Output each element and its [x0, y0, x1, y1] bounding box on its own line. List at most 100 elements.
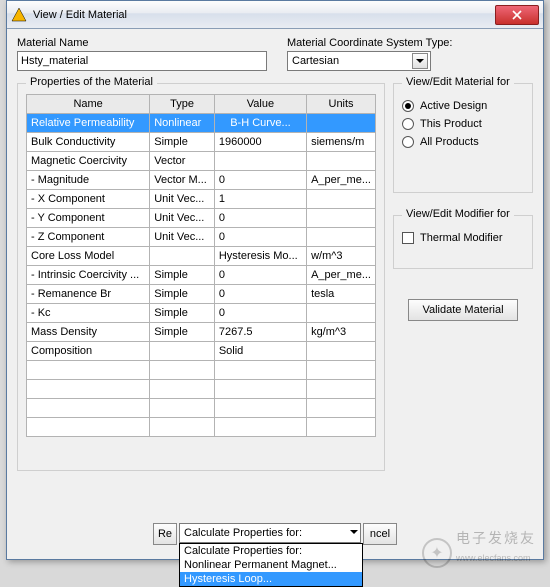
- cell-name[interactable]: Mass Density: [27, 323, 150, 342]
- cell-units[interactable]: siemens/m: [307, 133, 376, 152]
- coord-type-select[interactable]: Cartesian: [287, 51, 431, 71]
- table-row-empty: [27, 361, 376, 380]
- cell-value[interactable]: 0: [214, 304, 306, 323]
- radio-active-design[interactable]: Active Design: [402, 100, 524, 112]
- cell-units[interactable]: kg/m^3: [307, 323, 376, 342]
- table-row[interactable]: Bulk ConductivitySimple1960000siemens/m: [27, 133, 376, 152]
- cell-value[interactable]: B-H Curve...: [214, 114, 306, 133]
- cell-name[interactable]: Relative Permeability: [27, 114, 150, 133]
- table-row-empty: [27, 380, 376, 399]
- cell-units[interactable]: [307, 304, 376, 323]
- calc-option-hysteresis[interactable]: Hysteresis Loop...: [180, 572, 362, 586]
- cell-name[interactable]: - X Component: [27, 190, 150, 209]
- table-row[interactable]: Composition Solid: [27, 342, 376, 361]
- table-row[interactable]: Mass DensitySimple7267.5kg/m^3: [27, 323, 376, 342]
- cell-value[interactable]: 1960000: [214, 133, 306, 152]
- validate-button[interactable]: Validate Material: [408, 299, 518, 321]
- cancel-button-partial[interactable]: ncel: [363, 523, 397, 545]
- properties-table[interactable]: Name Type Value Units Relative Permeabil…: [26, 94, 376, 437]
- table-row[interactable]: Core Loss Model Hysteresis Mo...w/m^3: [27, 247, 376, 266]
- cell-value[interactable]: 0: [214, 266, 306, 285]
- radio-icon: [402, 118, 414, 130]
- col-value[interactable]: Value: [214, 95, 306, 114]
- cell-type[interactable]: Unit Vec...: [150, 228, 215, 247]
- radio-all-products[interactable]: All Products: [402, 136, 524, 148]
- cell-type[interactable]: Simple: [150, 285, 215, 304]
- cell-type[interactable]: Vector: [150, 152, 215, 171]
- material-name-label: Material Name: [17, 37, 267, 49]
- cell-value[interactable]: Hysteresis Mo...: [214, 247, 306, 266]
- chevron-down-icon: [350, 527, 358, 539]
- calc-option-header[interactable]: Calculate Properties for:: [180, 544, 362, 558]
- table-row[interactable]: - Remanence BrSimple0tesla: [27, 285, 376, 304]
- table-row[interactable]: - KcSimple0: [27, 304, 376, 323]
- cell-name[interactable]: Bulk Conductivity: [27, 133, 150, 152]
- cell-value[interactable]: [214, 152, 306, 171]
- radio-this-product[interactable]: This Product: [402, 118, 524, 130]
- cell-units[interactable]: [307, 114, 376, 133]
- col-name[interactable]: Name: [27, 95, 150, 114]
- material-dialog: View / Edit Material Material Name Mater…: [6, 0, 544, 560]
- table-row[interactable]: Relative PermeabilityNonlinearB-H Curve.…: [27, 114, 376, 133]
- calc-properties-select[interactable]: Calculate Properties for: Calculate Prop…: [179, 523, 361, 543]
- cell-name[interactable]: - Y Component: [27, 209, 150, 228]
- table-row[interactable]: - Z ComponentUnit Vec...0: [27, 228, 376, 247]
- modifier-legend: View/Edit Modifier for: [402, 208, 514, 220]
- table-row[interactable]: - MagnitudeVector M...0A_per_me...: [27, 171, 376, 190]
- cell-units[interactable]: w/m^3: [307, 247, 376, 266]
- table-row[interactable]: - Y ComponentUnit Vec...0: [27, 209, 376, 228]
- cell-name[interactable]: - Z Component: [27, 228, 150, 247]
- cell-type[interactable]: [150, 342, 215, 361]
- cell-type[interactable]: Simple: [150, 304, 215, 323]
- cell-type[interactable]: Simple: [150, 133, 215, 152]
- cell-units[interactable]: A_per_me...: [307, 266, 376, 285]
- check-thermal-modifier[interactable]: Thermal Modifier: [402, 232, 524, 244]
- cell-name[interactable]: - Remanence Br: [27, 285, 150, 304]
- calc-dropdown: Calculate Properties for: Nonlinear Perm…: [179, 543, 363, 587]
- cell-type[interactable]: Vector M...: [150, 171, 215, 190]
- cell-type[interactable]: Simple: [150, 266, 215, 285]
- close-icon: [512, 10, 522, 20]
- cell-name[interactable]: Magnetic Coercivity: [27, 152, 150, 171]
- table-row[interactable]: - Intrinsic Coercivity ...Simple0A_per_m…: [27, 266, 376, 285]
- cell-units[interactable]: [307, 209, 376, 228]
- cell-type[interactable]: Unit Vec...: [150, 209, 215, 228]
- cell-type[interactable]: [150, 247, 215, 266]
- cell-name[interactable]: - Kc: [27, 304, 150, 323]
- properties-group: Properties of the Material Name Type Val…: [17, 83, 385, 471]
- cell-name[interactable]: Core Loss Model: [27, 247, 150, 266]
- col-type[interactable]: Type: [150, 95, 215, 114]
- cell-name[interactable]: Composition: [27, 342, 150, 361]
- cell-name[interactable]: - Intrinsic Coercivity ...: [27, 266, 150, 285]
- cell-type[interactable]: Unit Vec...: [150, 190, 215, 209]
- modifier-group: View/Edit Modifier for Thermal Modifier: [393, 215, 533, 269]
- checkbox-icon: [402, 232, 414, 244]
- close-button[interactable]: [495, 5, 539, 25]
- radio-icon: [402, 100, 414, 112]
- coord-type-label: Material Coordinate System Type:: [287, 37, 452, 49]
- cell-type[interactable]: Simple: [150, 323, 215, 342]
- cell-type[interactable]: Nonlinear: [150, 114, 215, 133]
- cell-value[interactable]: 0: [214, 171, 306, 190]
- cell-name[interactable]: - Magnitude: [27, 171, 150, 190]
- col-units[interactable]: Units: [307, 95, 376, 114]
- cell-value[interactable]: 0: [214, 228, 306, 247]
- cell-units[interactable]: [307, 152, 376, 171]
- cell-units[interactable]: A_per_me...: [307, 171, 376, 190]
- table-row[interactable]: - X ComponentUnit Vec...1: [27, 190, 376, 209]
- table-row[interactable]: Magnetic CoercivityVector: [27, 152, 376, 171]
- bottom-bar: Re Calculate Properties for: Calculate P…: [7, 523, 543, 545]
- cell-units[interactable]: [307, 190, 376, 209]
- chevron-down-icon: [412, 53, 428, 69]
- cell-value[interactable]: 7267.5: [214, 323, 306, 342]
- material-name-input[interactable]: [17, 51, 267, 71]
- cell-units[interactable]: [307, 342, 376, 361]
- cell-units[interactable]: tesla: [307, 285, 376, 304]
- reset-button-partial[interactable]: Re: [153, 523, 177, 545]
- cell-value[interactable]: Solid: [214, 342, 306, 361]
- cell-value[interactable]: 0: [214, 209, 306, 228]
- app-icon: [11, 7, 27, 23]
- cell-value[interactable]: 0: [214, 285, 306, 304]
- cell-units[interactable]: [307, 228, 376, 247]
- cell-value[interactable]: 1: [214, 190, 306, 209]
